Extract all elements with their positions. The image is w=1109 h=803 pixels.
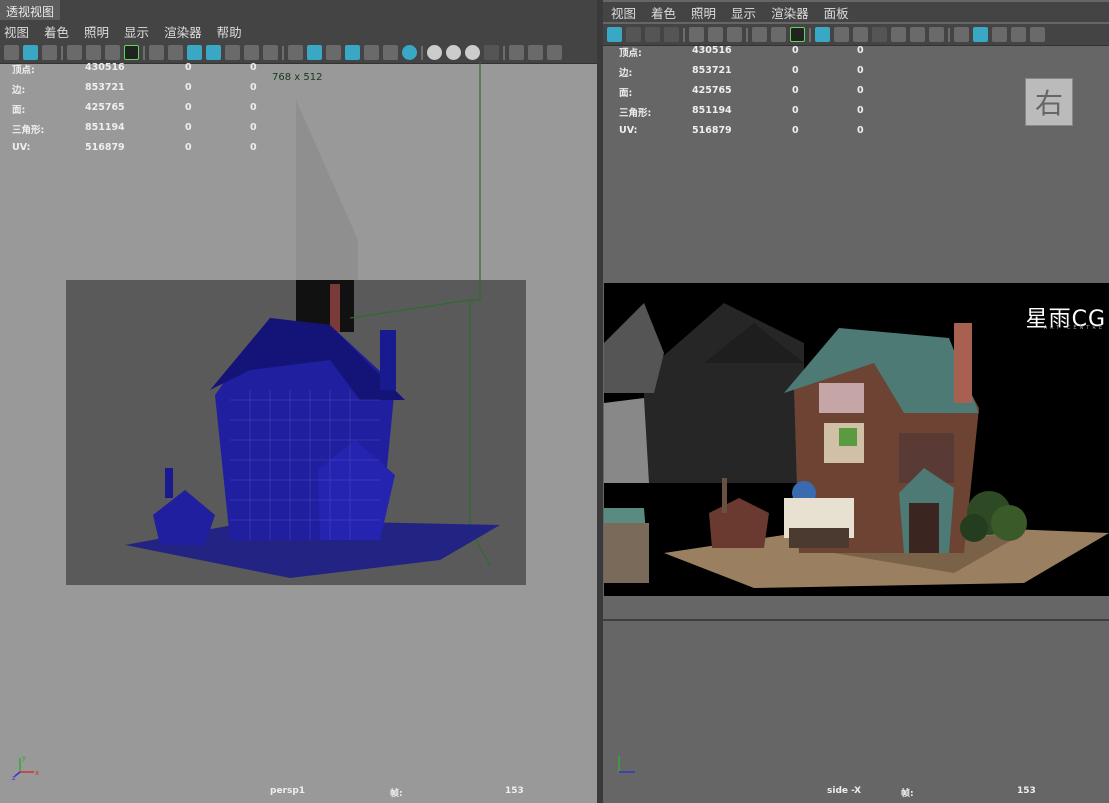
frame-value: 153	[1017, 786, 1036, 796]
textured-icon[interactable]	[1030, 27, 1045, 42]
film-gate-icon[interactable]	[834, 27, 849, 42]
hud-value: 0	[857, 125, 864, 136]
frame-value: 153	[505, 786, 524, 796]
frame-label: 帧:	[390, 789, 403, 799]
view-cube[interactable]: 右	[1025, 78, 1073, 126]
toolbar-separator	[948, 27, 950, 42]
camera-gate-line	[349, 299, 471, 319]
hud-value: 425765	[692, 85, 732, 96]
hud-value: 0	[792, 65, 799, 76]
axis-x-label: x	[35, 769, 39, 777]
frame-label: 帧:	[901, 789, 914, 799]
hud-value: 851194	[692, 105, 732, 116]
ipr-icon[interactable]	[645, 27, 660, 42]
hud-value: 0	[792, 105, 799, 116]
menu-view[interactable]: 视图	[611, 3, 636, 22]
menu-shading[interactable]: 着色	[651, 3, 676, 22]
wireframe-house-scene[interactable]	[0, 0, 597, 803]
field-chart-icon[interactable]	[891, 27, 906, 42]
camera-name-label: persp1	[270, 786, 306, 796]
axis-y-label: y	[22, 754, 26, 762]
image-plane	[296, 100, 358, 280]
axis-gizmo	[618, 756, 635, 773]
hud-label: 三角形:	[619, 108, 652, 119]
select-camera-icon[interactable]	[689, 27, 704, 42]
hud-value: 0	[792, 45, 799, 56]
gate-mask-icon[interactable]	[872, 27, 887, 42]
camera-attributes-icon[interactable]	[727, 27, 742, 42]
toolbar-separator	[683, 27, 685, 42]
text-tool-icon[interactable]	[607, 27, 622, 42]
smooth-shade-icon[interactable]	[973, 27, 988, 42]
rendered-image-plane: 星雨CG ART CENTRE	[604, 283, 1109, 596]
safe-action-icon[interactable]	[910, 27, 925, 42]
grease-pencil-icon[interactable]	[790, 27, 805, 42]
wireframe-icon[interactable]	[954, 27, 969, 42]
sign-post-mesh	[165, 468, 173, 498]
hud-row-vertices: 顶点: 430516 0 0	[603, 45, 903, 65]
hud-value: 0	[792, 125, 799, 136]
menu-lighting[interactable]: 照明	[691, 3, 716, 22]
render-view-icon[interactable]	[626, 27, 641, 42]
brand-logo-subtitle: ART CENTRE	[1043, 325, 1105, 331]
hud-row-triangles: 三角形: 851194 0 0	[603, 105, 903, 125]
hud-label: 顶点:	[619, 48, 642, 59]
hud-value: 0	[857, 45, 864, 56]
horizon-line	[603, 619, 1109, 621]
perspective-viewport-panel[interactable]: 透视视图 视图 着色 照明 显示 渲染器 帮助 顶点: 430516 0 0 边…	[0, 0, 597, 803]
toolbar-separator	[809, 27, 811, 42]
menu-show[interactable]: 显示	[731, 3, 756, 22]
hud-value: 430516	[692, 45, 732, 56]
empty-viewport-area	[603, 596, 1109, 803]
camera-name-label: side -X	[827, 786, 862, 796]
hud-row-uvs: UV: 516879 0 0	[603, 125, 903, 145]
viewport-menu-bar: 视图 着色 照明 显示 渲染器 面板	[603, 2, 1109, 22]
axis-z-label: z	[12, 774, 16, 780]
grid-icon[interactable]	[815, 27, 830, 42]
viewport-toolbar	[603, 24, 1109, 46]
bookmark-icon[interactable]	[752, 27, 767, 42]
hud-value: 0	[792, 85, 799, 96]
axis-gizmo: y x z	[12, 754, 39, 780]
hud-value: 0	[857, 85, 864, 96]
hud-value: 516879	[692, 125, 732, 136]
hud-label: UV:	[619, 125, 638, 136]
menu-panels[interactable]: 面板	[824, 3, 849, 22]
image-plane-detail	[330, 284, 340, 332]
hud-label: 面:	[619, 88, 633, 99]
hud-row-edges: 边: 853721 0 0	[603, 65, 903, 85]
camera-gate-line	[469, 62, 491, 566]
image-plane-icon[interactable]	[771, 27, 786, 42]
chimney-mesh	[380, 330, 396, 390]
wireframe-on-shaded-icon[interactable]	[1011, 27, 1026, 42]
hud-value: 0	[857, 65, 864, 76]
side-viewport-panel[interactable]: 视图 着色 照明 显示 渲染器 面板 顶点: 430516 0 0 边: 853…	[603, 0, 1109, 803]
menu-renderer[interactable]: 渲染器	[771, 3, 809, 22]
hud-label: 边:	[619, 68, 633, 79]
camera-lock-icon[interactable]	[708, 27, 723, 42]
snapshot-icon[interactable]	[664, 27, 679, 42]
safe-title-icon[interactable]	[929, 27, 944, 42]
hud-value: 853721	[692, 65, 732, 76]
resolution-gate-icon[interactable]	[853, 27, 868, 42]
default-material-icon[interactable]	[992, 27, 1007, 42]
toolbar-separator	[746, 27, 748, 42]
stall-mesh	[153, 490, 215, 545]
hud-row-faces: 面: 425765 0 0	[603, 85, 903, 105]
hud-value: 0	[857, 105, 864, 116]
